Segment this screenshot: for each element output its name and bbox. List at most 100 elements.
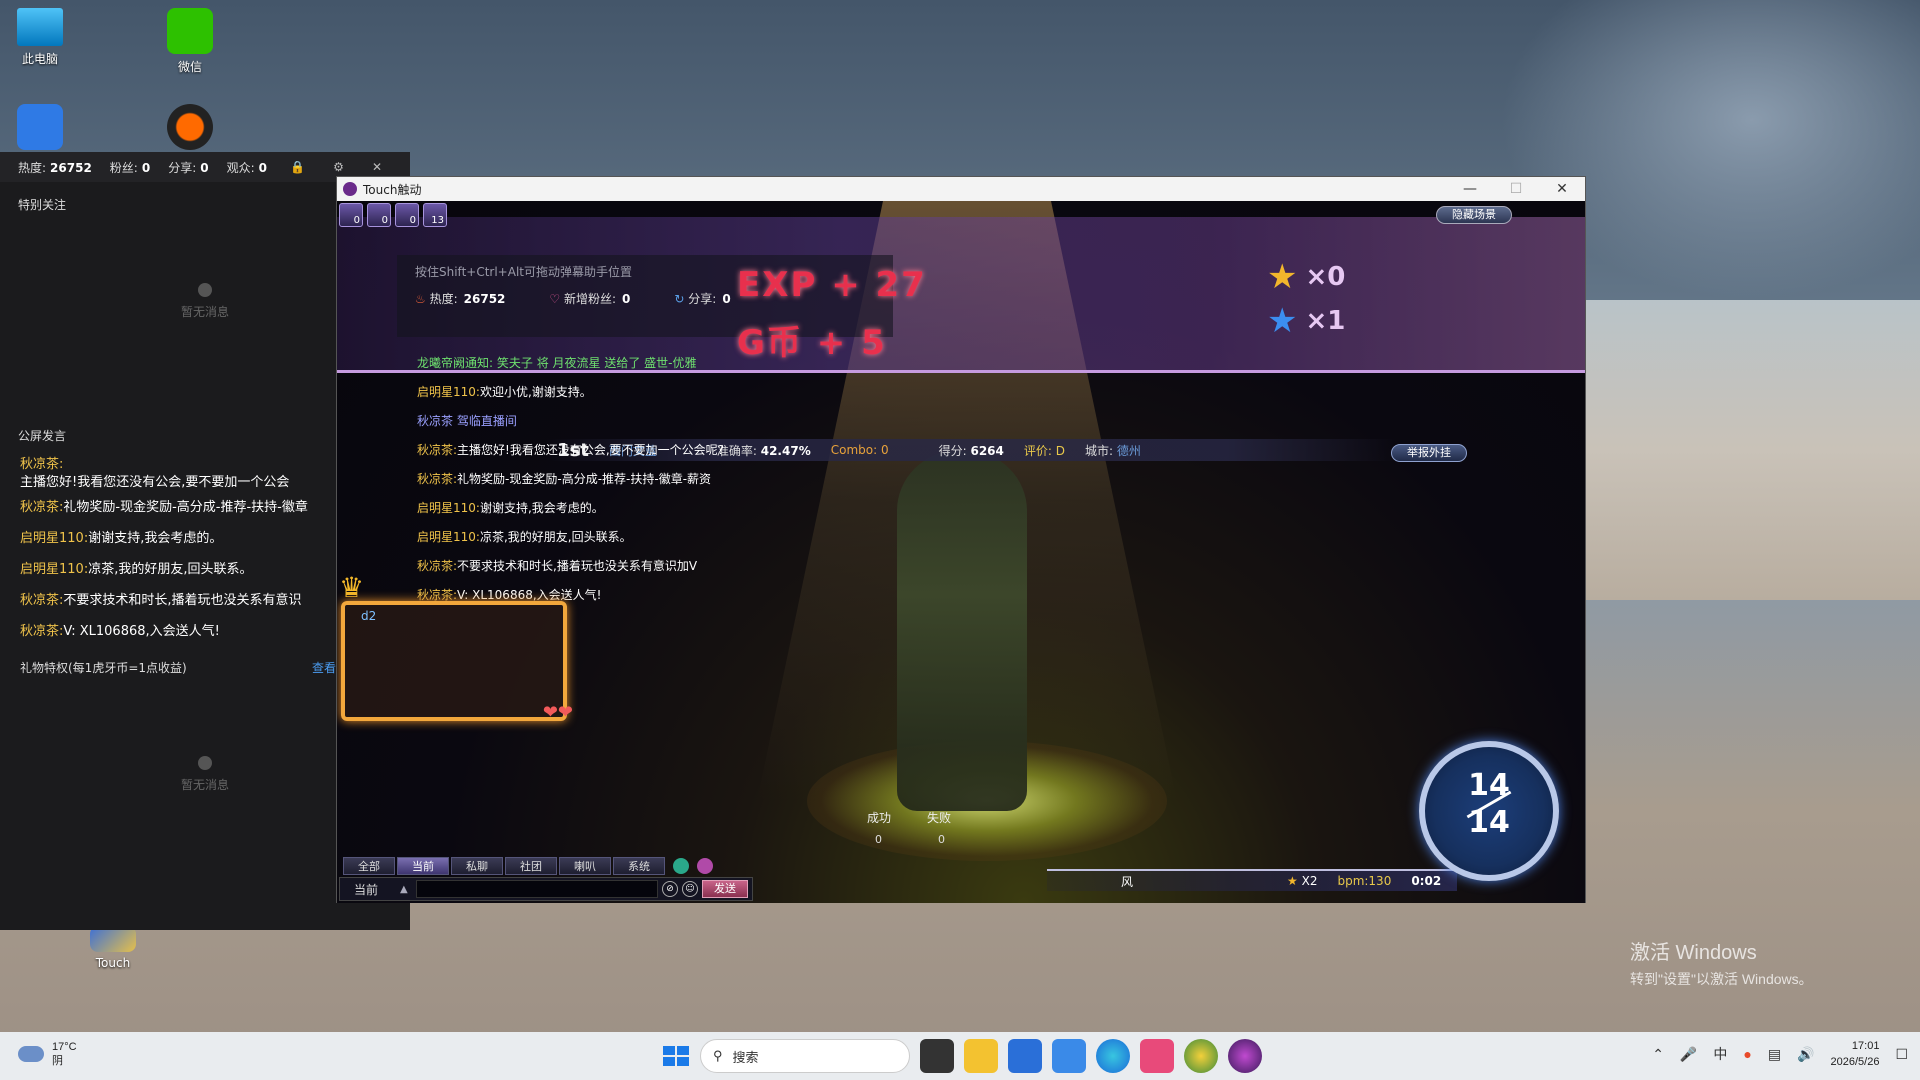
progress-total: 14 [1468,805,1510,840]
chat-input[interactable] [415,880,658,898]
close-window-icon[interactable]: ✕ [1539,181,1585,197]
gift-title: 礼物特权(每1虎牙币=1点收益) [20,661,187,675]
bilibili-icon[interactable] [1140,1039,1174,1073]
maximize-icon[interactable]: ☐ [1493,181,1539,197]
tab-all[interactable]: 全部 [343,857,395,875]
start-icon[interactable] [656,1039,690,1073]
tab-current[interactable]: 当前 [397,857,449,875]
chat-line: 启明星110:凉茶,我的好朋友,回头联系。 [20,562,253,577]
heat-stat: 热度: 26752 [18,160,92,175]
clock-time: 17:01 [1851,1040,1880,1052]
chat-line: 秋凉茶:礼物奖励-现金奖励-高分成-推荐-扶持-徽章 [20,500,308,515]
emote-icon[interactable] [673,858,689,874]
chevron-up-icon[interactable]: ▲ [400,884,408,895]
send-button[interactable]: 发送 [702,880,748,898]
touch-app-icon [343,182,357,196]
activation-watermark: 激活 Windows 转到"设置"以激活 Windows。 [1630,936,1813,989]
empty-icon [198,283,212,297]
game-window: Touch触动 — ☐ ✕ 0 0 0 13 隐藏场景 按住Shift+Ctrl… [336,176,1586,903]
minimize-icon[interactable]: — [1447,181,1493,197]
hide-scene-button[interactable]: 隐藏场景 [1436,206,1512,224]
combo-stat: Combo: 0 [830,443,889,457]
store-icon[interactable] [1008,1039,1042,1073]
tab-private[interactable]: 私聊 [451,857,503,875]
chat-input-row: 当前 ▲ ⊘ ☺ 发送 [339,877,753,901]
desktop-icon-wechat[interactable]: 微信 [150,8,230,75]
status-icon[interactable]: 0 [339,203,363,227]
chat-line: 启明星110:谢谢支持,我会考虑的。 [20,531,223,546]
song-name: 风 [1120,874,1133,889]
antivirus-icon[interactable]: ● [1743,1046,1751,1062]
tab-system[interactable]: 系统 [613,857,665,875]
window-controls: — ☐ ✕ [1447,181,1585,197]
star-status-icon[interactable]: 0 [395,203,419,227]
app-yellow-icon[interactable] [1184,1039,1218,1073]
city-stat: 城市: 德州 [1085,443,1141,458]
empty-icon [198,756,212,770]
crown-icon: ♛ [339,571,365,604]
settings-icon[interactable]: ⚙ [333,160,344,174]
fail-label: 失败 [927,811,952,825]
chat-scope-select[interactable]: 当前 [340,881,400,898]
window-titlebar[interactable]: Touch触动 — ☐ ✕ [337,177,1585,201]
avatar-label: d2 [361,609,377,623]
desktop-icon-this-pc[interactable]: 此电脑 [0,8,80,67]
gcoin-reward: G币 + 5 [737,323,887,363]
gift-privilege-row: 礼物特权(每1虎牙币=1点收益) 查看 [0,647,336,676]
song-info-bar: 风 ★ X2 bpm:130 0:02 [1047,869,1457,891]
weather-widget[interactable]: 17°C 阴 [18,1040,77,1068]
volume-icon[interactable]: 🔊 [1797,1046,1814,1063]
face-icon[interactable] [697,858,713,874]
status-icon[interactable]: 0 [367,203,391,227]
desktop-icon-touch[interactable]: Touch [73,926,153,970]
close-icon[interactable]: ✕ [372,160,382,174]
network-icon[interactable]: ▤ [1768,1046,1781,1063]
panel-controls: 🔒 ⚙ ✕ [290,160,410,174]
fail-value: 0 [938,833,945,846]
report-cheat-button[interactable]: 举报外挂 [1391,444,1467,462]
judge-values: 0 0 [875,833,945,846]
desktop-icon-recorder[interactable] [150,104,230,154]
chat-line: 秋凉茶:不要求技术和时长,播着玩也没关系有意识 [20,593,302,608]
share-stat: 分享: 0 [168,160,209,175]
app-m-taskbar-icon[interactable] [1052,1039,1086,1073]
chat-line: 龙曦帝阙通知: 笑夫子 将 月夜流星 送给了 盛世-优雅 [417,356,697,370]
status-icon[interactable]: 13 [423,203,447,227]
microphone-icon[interactable]: 🎤 [1680,1046,1697,1063]
gold-star-counter: ★ ×0 [1267,257,1346,297]
bpm: bpm:130 [1337,874,1392,888]
chat-line: 秋凉茶:V: XL106868,入会送人气! [20,624,220,639]
avatar-frame[interactable]: d2 ❤❤ [341,601,573,723]
chevron-up-icon[interactable]: ⌃ [1652,1046,1664,1063]
emoji-icon[interactable]: ☺ [682,881,698,897]
file-explorer-icon[interactable] [964,1039,998,1073]
watermark-line1: 激活 Windows [1630,942,1757,964]
touch-taskbar-icon[interactable] [1228,1039,1262,1073]
share-stat: ↻ 分享: 0 [674,292,731,306]
desktop-icon-label: 微信 [177,60,202,74]
chat-channel-tabs: 全部 当前 私聊 社团 喇叭 系统 [343,857,713,875]
star-icon: ★ [1287,874,1298,888]
watermark-line2: 转到"设置"以激活 Windows。 [1630,971,1813,987]
taskbar-apps: ⚲ 搜索 [656,1039,1262,1073]
tab-club[interactable]: 社团 [505,857,557,875]
chat-line: 秋凉茶:礼物奖励-现金奖励-高分成-推荐-扶持-徽章-薪资 [417,472,712,486]
rating-stat: 评价: D [1023,443,1066,458]
edge-icon[interactable] [1096,1039,1130,1073]
gift-more-link[interactable]: 查看 [312,659,336,676]
accuracy-stat: 准确率: 42.47% [716,443,811,458]
taskbar-search[interactable]: ⚲ 搜索 [700,1039,910,1073]
clock[interactable]: 17:01 2026/5/26 [1831,1038,1880,1070]
clear-icon[interactable]: ⊘ [662,881,678,897]
desktop-icon-app-m[interactable] [0,104,80,154]
tab-horn[interactable]: 喇叭 [559,857,611,875]
lock-icon[interactable]: 🔒 [290,160,305,174]
wallpaper-beach [1580,300,1920,600]
fans-stat: 粉丝: 0 [109,160,151,175]
chat-line: 秋凉茶:主播您好!我看您还没有公会,要不要加一个公会呢? [417,443,725,457]
clock-date: 2026/5/26 [1830,1056,1880,1068]
notification-icon[interactable]: ☐ [1895,1046,1908,1063]
input-method-icon[interactable]: 中 [1713,1044,1727,1064]
task-view-icon[interactable] [920,1039,954,1073]
gold-star-icon: ★ [1267,257,1298,297]
